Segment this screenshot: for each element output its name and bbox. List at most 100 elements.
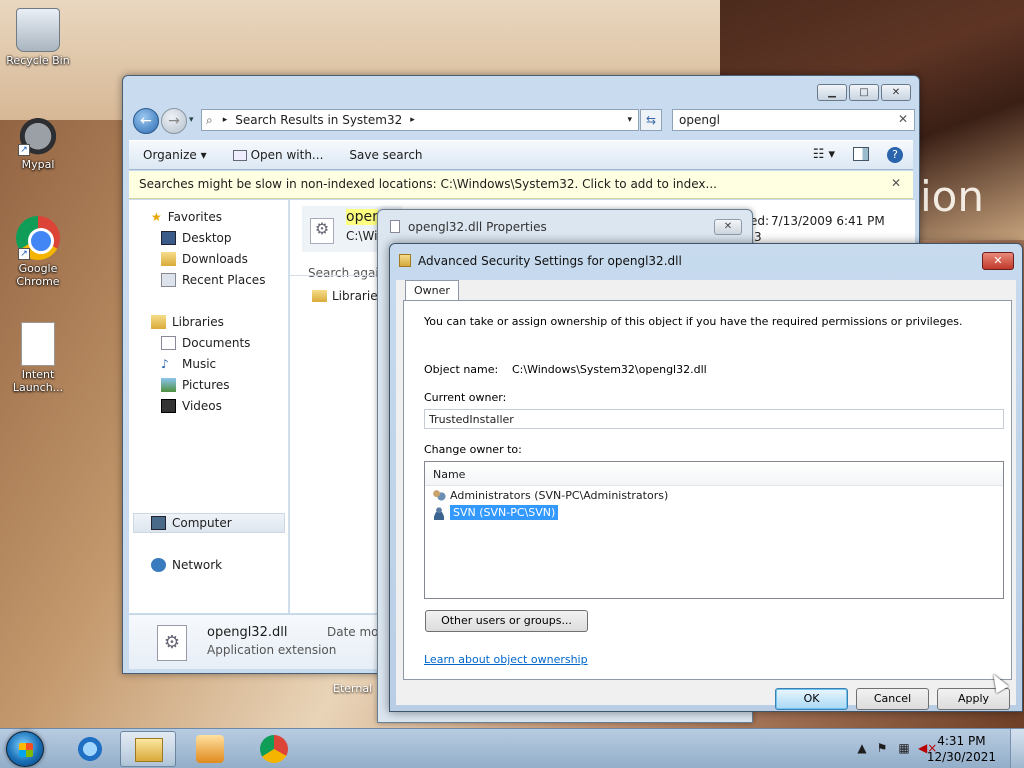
desktop-icon-chrome[interactable]: ↗ Google Chrome	[0, 216, 76, 288]
breadcrumb[interactable]: Search Results in System32	[235, 113, 402, 127]
back-button[interactable]: ←	[133, 108, 159, 134]
navigation-pane: ★ Favorites Desktop Downloads Recent Plac…	[129, 200, 289, 613]
desktop-icon-mypal[interactable]: ↗ Mypal	[0, 112, 76, 171]
nav-computer[interactable]: Computer	[151, 516, 232, 530]
nav-desktop[interactable]: Desktop	[161, 231, 232, 245]
dialog-close-button[interactable]: ✕	[982, 252, 1014, 270]
owner-list[interactable]: Name Administrators (SVN-PC\Administrato…	[424, 461, 1004, 599]
save-search-button[interactable]: Save search	[349, 148, 422, 162]
search-again-libraries[interactable]: Libraries	[312, 289, 384, 303]
computer-icon	[151, 516, 166, 530]
network-icon[interactable]: ▦	[896, 741, 912, 757]
media-player-icon	[196, 735, 224, 763]
nav-libraries[interactable]: Libraries	[151, 315, 224, 329]
taskbar: ▲ ⚑ ▦ ◀× 4:31 PM 12/30/2021	[0, 728, 1024, 768]
user-group-icon	[431, 488, 447, 502]
dialog-body: Owner You can take or assign ownership o…	[396, 280, 1016, 710]
network-icon	[151, 558, 166, 572]
taskbar-explorer[interactable]	[120, 731, 176, 767]
current-owner-label: Current owner:	[424, 391, 507, 404]
properties-close-button[interactable]: ✕	[714, 219, 742, 235]
change-view-icon[interactable]: ☷ ▾	[813, 147, 835, 163]
breadcrumb-arrow-icon: ▸	[222, 115, 228, 125]
details-file-name: opengl32.dll	[207, 625, 288, 640]
libraries-folder-icon	[312, 290, 327, 302]
tab-owner[interactable]: Owner	[405, 280, 459, 300]
taskbar-ie[interactable]	[62, 731, 118, 767]
close-infobar-icon[interactable]: ✕	[891, 176, 901, 190]
help-icon[interactable]: ?	[887, 147, 903, 163]
learn-ownership-link[interactable]: Learn about object ownership	[424, 653, 588, 666]
wallpaper-text: ion	[920, 172, 984, 221]
owner-row-administrators[interactable]: Administrators (SVN-PC\Administrators)	[431, 488, 668, 502]
nav-documents[interactable]: Documents	[161, 336, 250, 350]
minimize-button[interactable]: ▁	[817, 84, 847, 101]
recent-places-icon	[161, 273, 176, 287]
nav-pictures[interactable]: Pictures	[161, 378, 230, 392]
documents-icon	[161, 336, 176, 350]
show-hidden-icons-icon[interactable]: ▲	[854, 741, 870, 757]
videos-icon	[161, 399, 176, 413]
taskbar-media-player[interactable]	[182, 731, 238, 767]
address-dropdown-icon[interactable]: ▾	[627, 115, 632, 125]
owner-tab-panel: You can take or assign ownership of this…	[403, 300, 1012, 680]
address-bar[interactable]: ⌕ ▸ Search Results in System32 ▸ ▾	[201, 109, 639, 131]
maximize-button[interactable]: □	[849, 84, 879, 101]
nav-downloads[interactable]: Downloads	[161, 252, 248, 266]
clock[interactable]: 4:31 PM 12/30/2021	[927, 733, 996, 765]
open-with-button[interactable]: Open with...	[232, 148, 323, 162]
pictures-icon	[161, 378, 176, 392]
internet-explorer-icon	[76, 735, 104, 763]
properties-title: opengl32.dll Properties	[408, 220, 547, 234]
breadcrumb-arrow-icon: ▸	[410, 115, 415, 125]
nav-music[interactable]: ♪ Music	[161, 357, 216, 371]
recycle-bin-icon	[16, 8, 60, 52]
desktop-label-eternal[interactable]: Eternal	[333, 682, 372, 695]
chrome-icon	[260, 735, 288, 763]
star-icon: ★	[151, 210, 162, 224]
owner-row-svn[interactable]: SVN (SVN-PC\SVN)	[431, 505, 559, 520]
organize-button[interactable]: Organize ▾	[143, 148, 207, 162]
other-users-button[interactable]: Other users or groups...	[425, 610, 588, 632]
preview-pane-icon[interactable]	[853, 147, 869, 161]
action-center-flag-icon[interactable]: ⚑	[874, 741, 890, 757]
clock-time: 4:31 PM	[937, 734, 986, 748]
downloads-folder-icon	[161, 252, 176, 266]
nav-favorites[interactable]: ★ Favorites	[151, 210, 222, 224]
result-date-fragment: 3	[754, 230, 762, 244]
address-row: ← → ▾ ⌕ ▸ Search Results in System32 ▸ ▾…	[131, 106, 915, 136]
index-infobar[interactable]: Searches might be slow in non-indexed lo…	[129, 171, 913, 199]
cancel-button[interactable]: Cancel	[856, 688, 929, 710]
forward-button[interactable]: →	[161, 108, 187, 134]
recent-pages-chevron-icon[interactable]: ▾	[189, 115, 194, 125]
show-desktop-button[interactable]	[1010, 729, 1024, 768]
start-button[interactable]	[6, 731, 44, 767]
taskbar-chrome[interactable]	[246, 731, 302, 767]
nav-videos[interactable]: Videos	[161, 399, 222, 413]
file-icon	[390, 220, 400, 233]
nav-network[interactable]: Network	[151, 558, 222, 572]
command-bar: Organize ▾ Open with... Save search ☷ ▾ …	[129, 140, 913, 170]
desktop-icon-intent-launcher[interactable]: Intent Launch...	[0, 322, 76, 394]
advanced-security-dialog: Advanced Security Settings for opengl32.…	[389, 243, 1023, 712]
result-name: oper	[346, 209, 378, 225]
mypal-icon: ↗	[16, 112, 60, 156]
refresh-button[interactable]: ⇆	[640, 109, 662, 131]
ok-button[interactable]: OK	[775, 688, 848, 710]
details-file-type: Application extension	[207, 643, 337, 657]
chrome-icon: ↗	[16, 216, 60, 260]
dll-gear-icon: ⚙	[310, 218, 334, 244]
object-name-value: C:\Windows\System32\opengl32.dll	[512, 363, 707, 376]
search-input[interactable]: opengl ✕	[672, 109, 915, 131]
shortcut-arrow-icon: ↗	[18, 144, 30, 156]
user-icon	[431, 505, 447, 520]
libraries-icon	[151, 315, 166, 329]
clear-search-icon[interactable]: ✕	[898, 112, 908, 126]
dll-file-icon: ⚙	[157, 625, 187, 661]
list-header-name[interactable]: Name	[425, 462, 1003, 486]
nav-recent-places[interactable]: Recent Places	[161, 273, 265, 287]
close-button[interactable]: ✕	[881, 84, 911, 101]
folder-icon	[399, 254, 411, 267]
desktop-icon-recycle-bin[interactable]: Recycle Bin	[0, 8, 76, 67]
clock-date: 12/30/2021	[926, 750, 996, 764]
